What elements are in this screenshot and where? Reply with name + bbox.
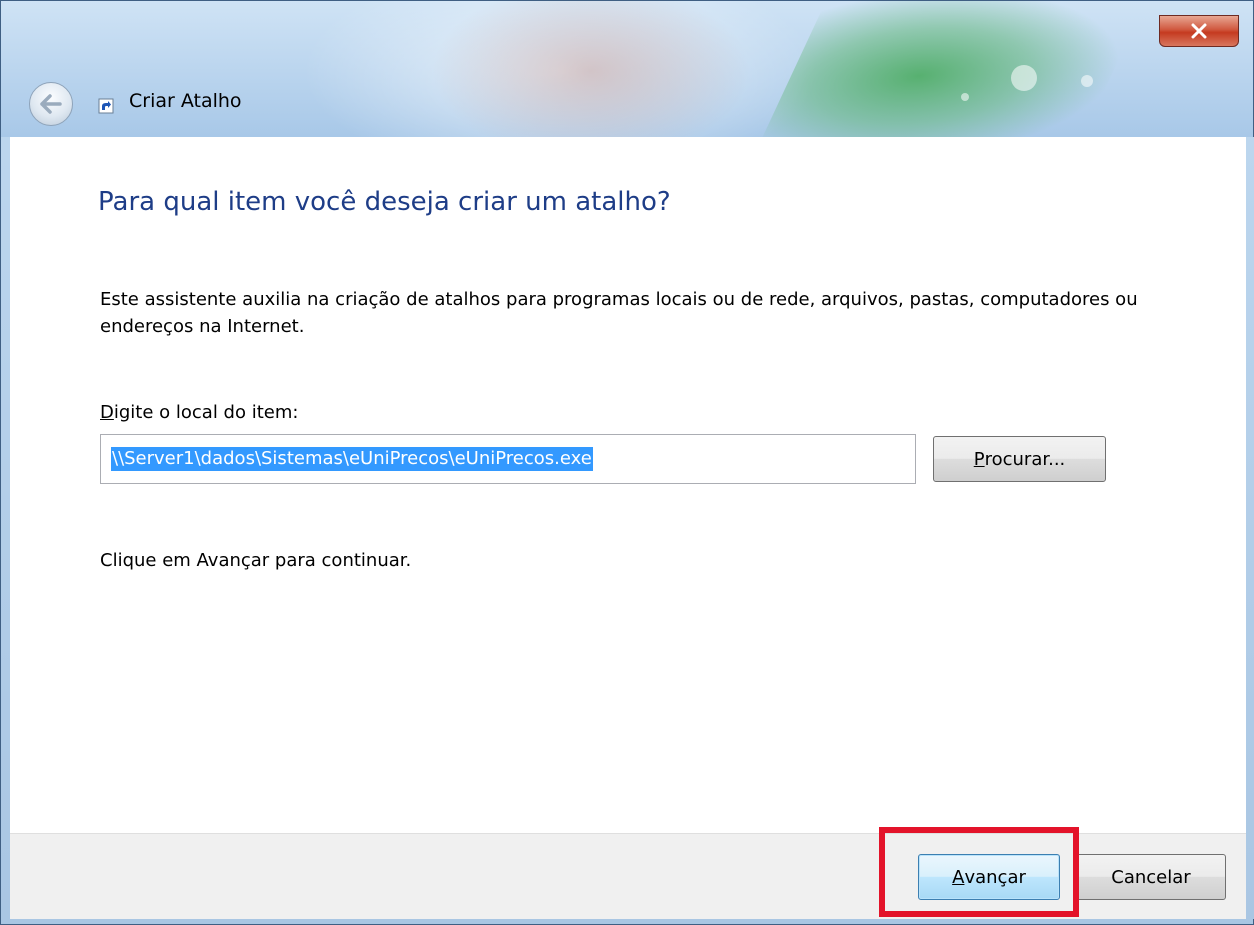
back-arrow-icon [40,94,62,114]
title-bar-sparkle [1011,65,1037,91]
page-heading: Para qual item você deseja criar um atal… [98,187,671,217]
highlight-box [879,827,1079,917]
location-input-value: \\Server1\dados\Sistemas\eUniPrecos\eUni… [111,447,593,471]
continue-hint: Clique em Avançar para continuar. [100,550,412,571]
title-bar-sparkle [961,93,969,101]
location-input[interactable]: \\Server1\dados\Sistemas\eUniPrecos\eUni… [100,434,916,484]
location-label: Digite o local do item: [100,402,298,423]
browse-button-accelerator: P [973,448,985,470]
location-label-accelerator: D [100,402,114,423]
right-frame-edge [1246,137,1254,919]
title-bar-sparkle [1081,75,1093,87]
title-bar: Criar Atalho [1,1,1253,137]
title-bar-tint [431,1,751,137]
shortcut-icon [98,98,114,114]
location-label-text: igite o local do item: [113,402,299,423]
wizard-content: Para qual item você deseja criar um atal… [10,137,1246,833]
cancel-button-label: Cancelar [1111,866,1191,888]
page-description: Este assistente auxilia na criação de at… [100,289,1138,337]
window-title: Criar Atalho [129,90,242,112]
dialog-window: Criar Atalho Para qual item você deseja … [0,0,1254,925]
browse-button[interactable]: Procurar... [933,436,1106,482]
close-button[interactable] [1159,15,1239,47]
close-icon [1191,23,1207,39]
back-button[interactable] [29,82,73,126]
browse-button-label: rocurar... [984,448,1066,470]
left-frame-edge [1,137,10,919]
cancel-button[interactable]: Cancelar [1076,854,1226,900]
